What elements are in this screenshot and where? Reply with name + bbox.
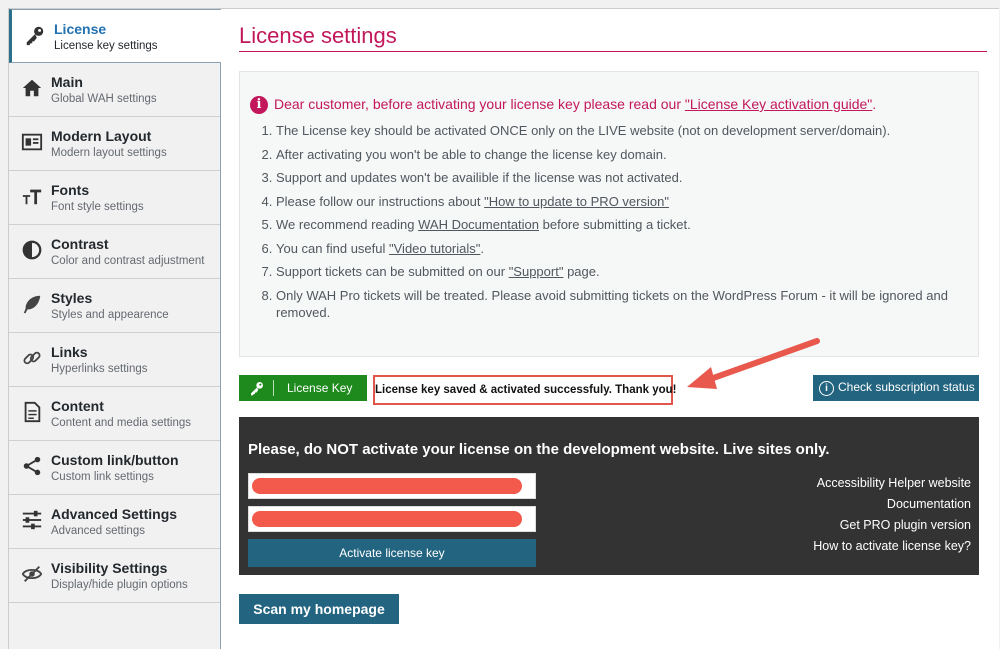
- documentation-link[interactable]: WAH Documentation: [418, 217, 539, 232]
- list-item: You can find useful "Video tutorials".: [276, 240, 976, 257]
- license-email-input[interactable]: [248, 506, 536, 532]
- sidebar-item-license[interactable]: License License key settings: [9, 9, 221, 63]
- sidebar-item-label: Advanced Settings: [51, 506, 178, 522]
- license-key-input[interactable]: [248, 473, 536, 499]
- sidebar-item-content[interactable]: Content Content and media settings: [9, 387, 220, 441]
- list-item: Support and updates won't be availible i…: [276, 169, 976, 186]
- documentation-link[interactable]: Documentation: [813, 494, 971, 515]
- key-icon: [251, 382, 263, 396]
- video-tutorials-link[interactable]: "Video tutorials": [389, 241, 480, 256]
- sidebar-item-sublabel: Modern layout settings: [51, 147, 167, 159]
- activation-guide-link[interactable]: "License Key activation guide": [685, 96, 872, 112]
- sidebar-item-label: Fonts: [51, 182, 90, 198]
- info-icon: i: [250, 96, 268, 115]
- annotation-arrow: [687, 338, 820, 389]
- sidebar-item-sublabel: Advanced settings: [51, 525, 145, 537]
- sidebar-item-sublabel: Display/hide plugin options: [51, 579, 188, 591]
- redaction-mark: [252, 511, 522, 527]
- layout-icon: [21, 133, 43, 151]
- sidebar-item-sublabel: Font style settings: [51, 201, 144, 213]
- list-item: The License key should be activated ONCE…: [276, 122, 976, 139]
- notice-heading-text: Dear customer, before activating your li…: [274, 96, 685, 112]
- sidebar-item-label: Contrast: [51, 236, 109, 252]
- sidebar-item-label: Content: [51, 398, 104, 414]
- check-subscription-label: Check subscription status: [838, 380, 975, 395]
- list-item: Please follow our instructions about "Ho…: [276, 193, 976, 210]
- activation-panel: Please, do NOT activate your license on …: [239, 417, 979, 575]
- list-item: Only WAH Pro tickets will be treated. Pl…: [276, 287, 976, 321]
- info-circle-icon: i: [819, 380, 834, 396]
- sidebar-item-sublabel: Styles and appearence: [51, 309, 169, 321]
- sliders-icon: [22, 510, 42, 530]
- sidebar-item-modern-layout[interactable]: Modern Layout Modern layout settings: [9, 117, 220, 171]
- sidebar-item-custom-link[interactable]: Custom link/button Custom link settings: [9, 441, 220, 495]
- title-divider: [239, 51, 987, 52]
- page-title: License settings: [239, 23, 397, 48]
- scan-homepage-button[interactable]: Scan my homepage: [239, 594, 399, 624]
- sidebar-item-advanced-settings[interactable]: Advanced Settings Advanced settings: [9, 495, 220, 549]
- license-key-button[interactable]: License Key: [239, 375, 367, 401]
- key-icon: [26, 26, 44, 46]
- sidebar-item-sublabel: Hyperlinks settings: [51, 363, 148, 375]
- sidebar-item-label: Visibility Settings: [51, 560, 168, 576]
- sidebar-item-fonts[interactable]: Fonts Font style settings: [9, 171, 220, 225]
- license-notice: i Dear customer, before activating your l…: [239, 71, 979, 357]
- notice-heading: i Dear customer, before activating your l…: [250, 96, 877, 115]
- sidebar-item-sublabel: Global WAH settings: [51, 93, 157, 105]
- contrast-icon: [22, 240, 42, 260]
- share-icon: [23, 456, 41, 476]
- list-item: Support tickets can be submitted on our …: [276, 263, 976, 280]
- success-message: License key saved & activated successful…: [373, 375, 676, 405]
- sidebar-item-links[interactable]: Links Hyperlinks settings: [9, 333, 220, 387]
- home-icon: [22, 79, 42, 97]
- sidebar-item-label: License: [54, 21, 107, 37]
- button-separator: [273, 380, 274, 396]
- get-pro-link[interactable]: Get PRO plugin version: [813, 515, 971, 536]
- sidebar-item-label: Custom link/button: [51, 452, 179, 468]
- update-to-pro-link[interactable]: "How to update to PRO version": [484, 194, 669, 209]
- sidebar-item-sublabel: License key settings: [54, 40, 158, 52]
- font-size-icon: [22, 189, 42, 205]
- list-item: After activating you won't be able to ch…: [276, 146, 976, 163]
- redaction-mark: [252, 478, 522, 494]
- activate-license-button[interactable]: Activate license key: [248, 539, 536, 567]
- support-link[interactable]: "Support": [509, 264, 564, 279]
- sidebar-item-visibility-settings[interactable]: Visibility Settings Display/hide plugin …: [9, 549, 220, 603]
- sidebar-item-sublabel: Custom link settings: [51, 471, 154, 483]
- sidebar-item-sublabel: Color and contrast adjustment: [51, 255, 205, 267]
- document-icon: [24, 401, 41, 423]
- eye-slash-icon: [21, 566, 43, 582]
- activation-warning: Please, do NOT activate your license on …: [248, 441, 830, 458]
- feather-icon: [23, 295, 41, 314]
- list-item: We recommend reading WAH Documentation b…: [276, 216, 976, 233]
- license-key-label: License Key: [287, 381, 353, 395]
- sidebar-item-main[interactable]: Main Global WAH settings: [9, 63, 220, 117]
- sidebar: License License key settings Main Global…: [9, 9, 221, 649]
- sidebar-item-label: Links: [51, 344, 88, 360]
- sidebar-item-label: Modern Layout: [51, 128, 152, 144]
- accessibility-helper-website-link[interactable]: Accessibility Helper website: [813, 473, 971, 494]
- sidebar-item-contrast[interactable]: Contrast Color and contrast adjustment: [9, 225, 220, 279]
- sidebar-item-styles[interactable]: Styles Styles and appearence: [9, 279, 220, 333]
- link-icon: [23, 351, 41, 365]
- notice-list: The License key should be activated ONCE…: [256, 122, 976, 327]
- sidebar-item-label: Styles: [51, 290, 93, 306]
- help-links: Accessibility Helper website Documentati…: [813, 473, 971, 557]
- how-to-activate-link[interactable]: How to activate license key?: [813, 536, 971, 557]
- notice-heading-end: .: [872, 96, 877, 112]
- sidebar-item-label: Main: [51, 74, 83, 90]
- plugin-frame: License License key settings Main Global…: [8, 8, 999, 649]
- sidebar-item-sublabel: Content and media settings: [51, 417, 192, 429]
- check-subscription-button[interactable]: i Check subscription status: [813, 375, 979, 401]
